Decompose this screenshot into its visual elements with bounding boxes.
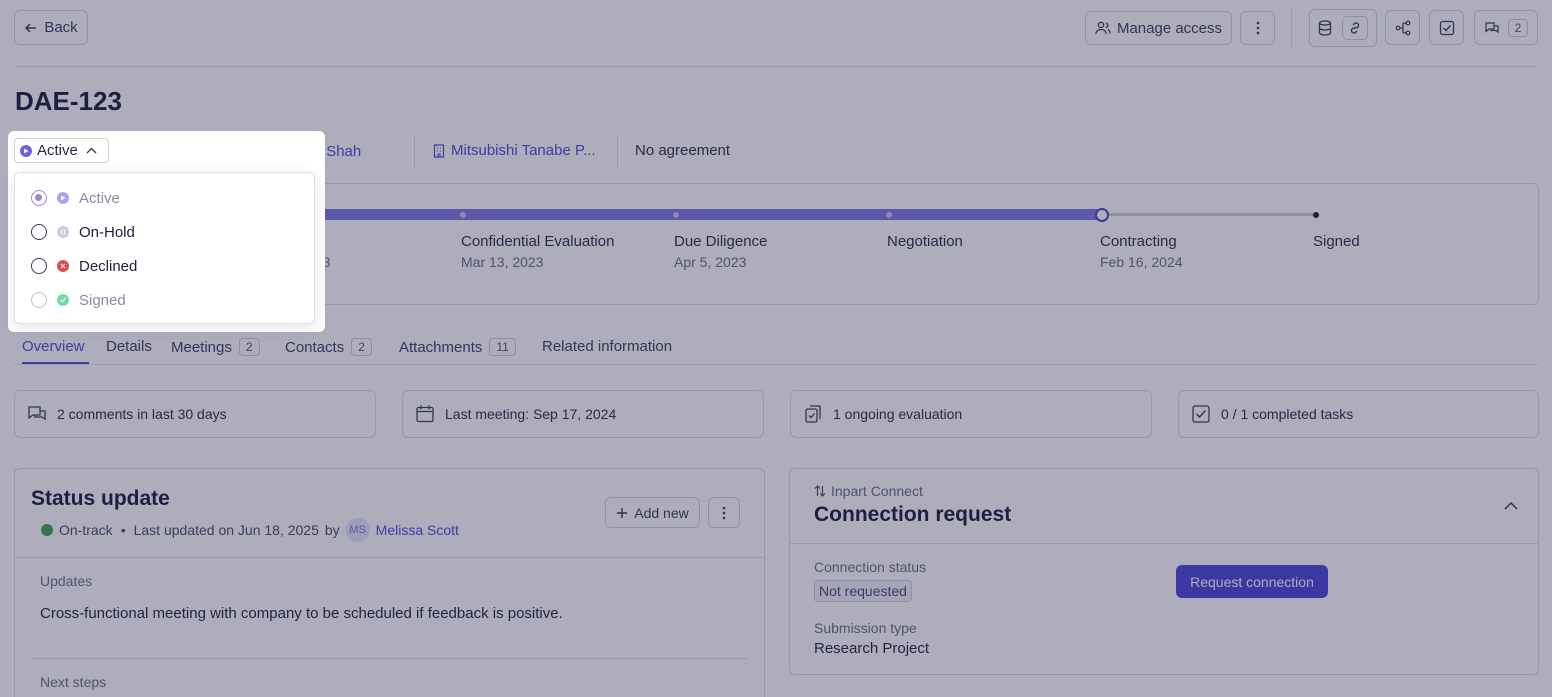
- status-option-declined[interactable]: Declined: [31, 255, 137, 277]
- signed-status-icon: [57, 294, 69, 306]
- status-select-value: Active: [37, 142, 78, 159]
- active-status-icon: [20, 144, 32, 157]
- status-select[interactable]: Active: [14, 138, 109, 163]
- option-label: Active: [79, 189, 120, 207]
- declined-status-icon: [57, 260, 69, 272]
- radio[interactable]: [31, 224, 47, 240]
- pause-status-icon: [57, 226, 69, 238]
- option-label: Declined: [79, 257, 138, 275]
- status-option-active: Active: [31, 187, 120, 209]
- active-status-icon: [57, 192, 69, 204]
- modal-overlay[interactable]: [0, 0, 1552, 697]
- status-dropdown-container: Active Active On-Hold Declined Signed: [8, 131, 325, 332]
- status-option-on-hold[interactable]: On-Hold: [31, 221, 135, 243]
- status-option-signed: Signed: [31, 289, 126, 311]
- chevron-up-icon: [86, 147, 97, 154]
- radio-selected: [31, 190, 47, 206]
- option-label: Signed: [79, 291, 126, 309]
- status-menu: Active On-Hold Declined Signed: [14, 172, 315, 324]
- radio[interactable]: [31, 258, 47, 274]
- radio: [31, 292, 47, 308]
- option-label: On-Hold: [79, 223, 135, 241]
